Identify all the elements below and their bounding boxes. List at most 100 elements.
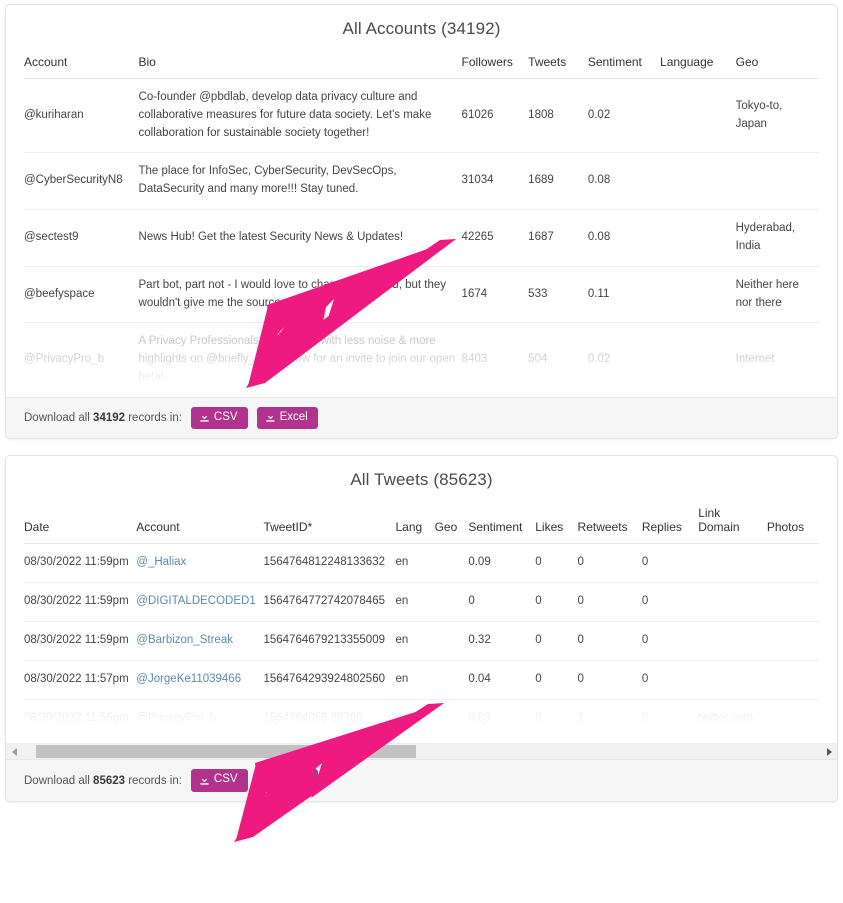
download-prefix-text: Download all	[24, 412, 94, 424]
column-header-date[interactable]: Date	[24, 502, 136, 544]
cell-geo: Internet	[735, 353, 775, 366]
cell-sentiment: 0.09	[468, 543, 536, 584]
cell-language	[660, 323, 736, 397]
cell-account: @beefyspace	[24, 266, 139, 324]
cell-likes: 0	[535, 660, 578, 700]
cell-account-link[interactable]: @PrivacyPro_b	[136, 699, 263, 737]
column-header-tweetid[interactable]: TweetID*	[263, 502, 395, 544]
cell-account-link[interactable]: @_Haliax	[136, 543, 264, 584]
cell-followers: 8403	[461, 353, 488, 366]
tweets-table: Date Account TweetID* Lang Geo Sentiment…	[24, 502, 819, 737]
scrollbar-track[interactable]	[22, 744, 821, 760]
triangle-right-icon	[826, 747, 832, 756]
table-row[interactable]: 08/30/2022 11:59pm @_Haliax 156476481224…	[24, 543, 819, 584]
column-header-language[interactable]: Language	[660, 51, 736, 79]
link-domain-line-2: Domain	[698, 520, 740, 535]
column-header-sentiment[interactable]: Sentiment	[468, 502, 535, 544]
accounts-download-excel-button[interactable]: Excel	[256, 406, 318, 430]
cell-bio: Co-founder @pbdlab, develop data privacy…	[138, 78, 462, 154]
tweets-panel-title: All Tweets (85623)	[350, 470, 493, 490]
tweets-download-footer: Download all 85623 records in: CSV Excel	[6, 759, 837, 801]
table-row[interactable]: 08/30/2022 11:57pm @JorgeKe11039466 1564…	[24, 660, 819, 700]
cell-tweetid: 1564764293924802560	[263, 660, 396, 700]
cell-replies: 0	[641, 582, 699, 622]
cell-likes: 0	[535, 543, 578, 584]
scrollbar-thumb[interactable]	[36, 745, 416, 759]
cell-geo	[434, 582, 469, 622]
column-header-sentiment[interactable]: Sentiment	[588, 51, 660, 79]
tweets-download-label: Download all 85623 records in:	[24, 775, 182, 787]
cell-date: 08/30/2022 11:57pm	[24, 660, 137, 700]
cell-followers: 61026	[461, 78, 529, 154]
cell-tweets: 1808	[528, 78, 588, 154]
column-header-retweets[interactable]: Retweets	[578, 502, 642, 544]
accounts-panel-title: All Accounts (34192)	[342, 19, 501, 38]
tweets-table-wrap: Date Account TweetID* Lang Geo Sentiment…	[6, 502, 837, 738]
cell-account-link[interactable]: @DIGITALDECODED1	[136, 582, 264, 622]
accounts-panel: All Accounts (34192) Account Bio Followe…	[5, 4, 838, 440]
cell-bio: A Privacy Professionals community with l…	[138, 335, 456, 383]
accounts-download-csv-button[interactable]: CSV	[190, 406, 248, 430]
cell-date: 08/30/2022 11:59pm	[24, 543, 137, 584]
tweets-horizontal-scrollbar[interactable]	[6, 743, 837, 760]
cell-bio: News Hub! Get the latest Security News &…	[138, 209, 462, 267]
column-header-account[interactable]: Account	[136, 502, 263, 544]
download-icon	[265, 775, 276, 786]
table-row[interactable]: @beefyspace Part bot, part not - I would…	[24, 266, 819, 324]
cell-likes: 0	[535, 711, 542, 724]
cell-tweets: 1689	[528, 152, 588, 211]
download-suffix-text: records in:	[125, 412, 182, 424]
cell-language	[660, 152, 736, 211]
cell-geo	[434, 621, 469, 661]
column-header-likes[interactable]: Likes	[535, 502, 577, 544]
column-header-link-domain[interactable]: Link Domain	[698, 502, 767, 544]
accounts-csv-label: CSV	[213, 410, 238, 423]
table-row[interactable]: 08/30/2022 11:59pm @Barbizon_Streak 1564…	[24, 621, 819, 661]
tweets-panel: All Tweets (85623) Date Account TweetID*…	[5, 455, 838, 802]
accounts-table-head: Account Bio Followers Tweets Sentiment L…	[24, 51, 819, 79]
cell-sentiment: 0.02	[587, 78, 661, 154]
column-header-account[interactable]: Account	[24, 51, 139, 79]
column-header-geo[interactable]: Geo	[435, 502, 469, 544]
table-row[interactable]: @sectest9 News Hub! Get the latest Secur…	[24, 209, 819, 267]
cell-sentiment: 0.32	[468, 621, 536, 661]
tweets-download-csv-button[interactable]: CSV	[190, 769, 248, 792]
table-row[interactable]: @kuriharan Co-founder @pbdlab, develop d…	[24, 78, 819, 154]
cell-account-link[interactable]: @Barbizon_Streak	[136, 621, 264, 661]
accounts-header-row: Account Bio Followers Tweets Sentiment L…	[24, 51, 819, 79]
cell-likes: 0	[535, 621, 578, 661]
tweets-download-excel-button[interactable]: Excel	[256, 769, 318, 792]
cell-language	[660, 209, 736, 267]
table-row[interactable]: 08/30/2022 11:59pm @DIGITALDECODED1 1564…	[24, 582, 819, 622]
column-header-geo[interactable]: Geo	[736, 51, 819, 79]
cell-bio: The place for InfoSec, CyberSecurity, De…	[138, 152, 462, 211]
column-header-lang[interactable]: Lang	[395, 502, 434, 544]
column-header-followers[interactable]: Followers	[462, 51, 529, 79]
cell-account-link[interactable]: @JorgeKe11039466	[136, 660, 264, 700]
scroll-left-arrow[interactable]	[6, 744, 22, 760]
column-header-bio[interactable]: Bio	[139, 51, 462, 79]
cell-photos	[766, 582, 819, 622]
cell-geo	[434, 543, 469, 584]
scroll-right-arrow[interactable]	[821, 744, 837, 760]
column-header-tweets[interactable]: Tweets	[528, 51, 588, 79]
cell-tweets: 504	[528, 353, 548, 366]
cell-sentiment: 0.04	[468, 660, 536, 700]
cell-link-domain	[698, 582, 767, 622]
table-row[interactable]: @PrivacyPro_b A Privacy Professionals co…	[24, 323, 819, 397]
cell-followers: 31034	[461, 152, 529, 211]
table-row[interactable]: @CyberSecurityN8 The place for InfoSec, …	[24, 152, 819, 211]
cell-bio: Part bot, part not - I would love to cha…	[138, 266, 462, 324]
cell-link-domain	[698, 621, 767, 661]
cell-sentiment: 0.08	[587, 152, 661, 211]
download-suffix-text: records in:	[125, 774, 182, 787]
column-header-photos[interactable]: Photos	[767, 502, 819, 544]
cell-link-domain	[698, 660, 767, 700]
page-root: All Accounts (34192) Account Bio Followe…	[0, 0, 843, 903]
cell-photos	[766, 660, 819, 700]
cell-lang: en	[395, 582, 435, 622]
column-header-replies[interactable]: Replies	[642, 502, 698, 544]
cell-retweets: 0	[577, 582, 642, 622]
accounts-table-wrap: Account Bio Followers Tweets Sentiment L…	[6, 51, 837, 397]
table-row[interactable]: 08/30/2022 11:56pm @PrivacyPro_b 1564764…	[24, 699, 819, 737]
